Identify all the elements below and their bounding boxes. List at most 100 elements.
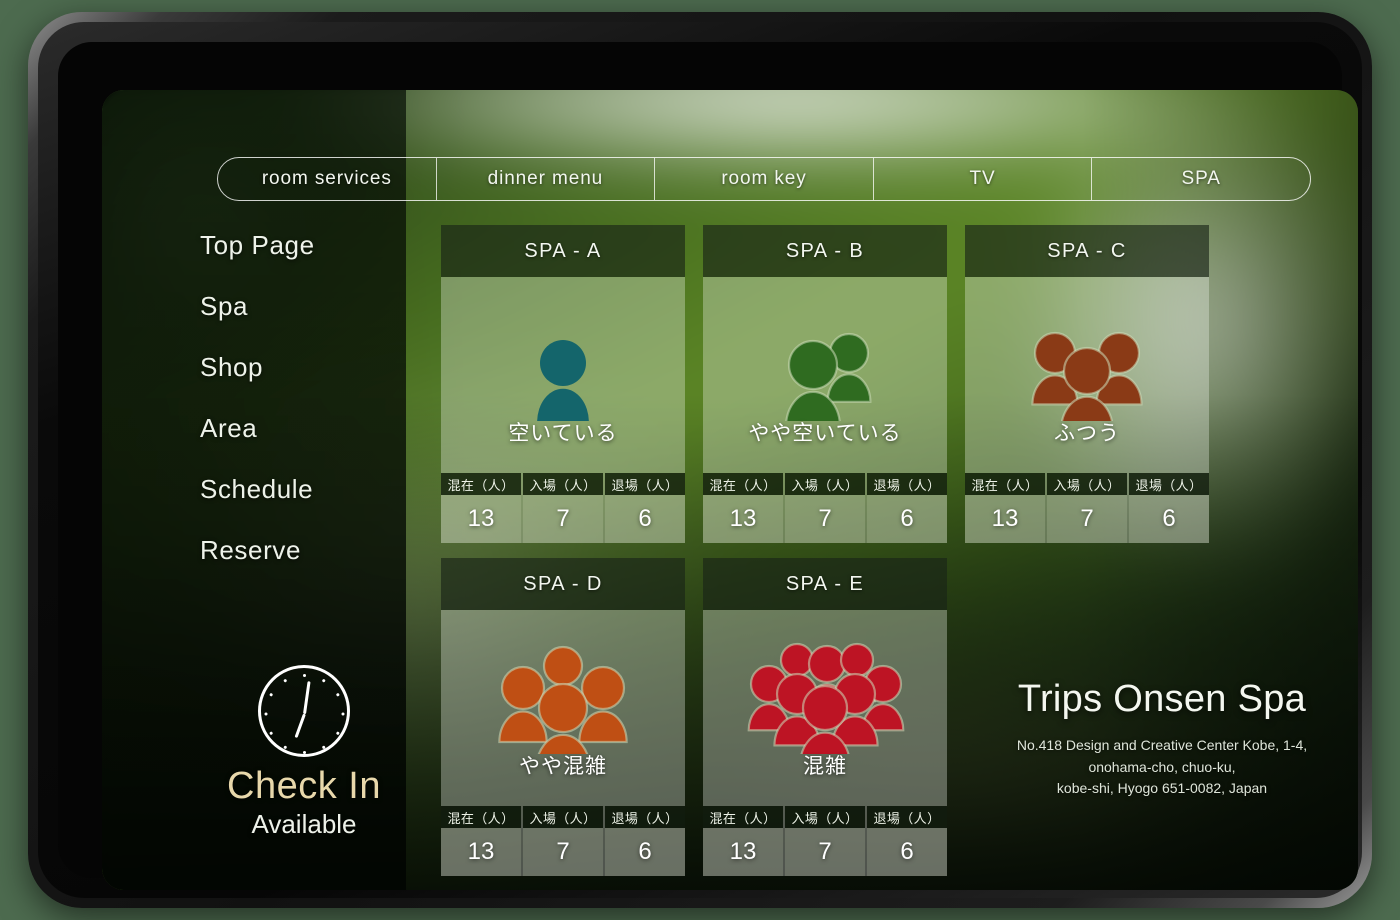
spa-card-title: SPA - E	[703, 558, 947, 610]
crowd-people-icon	[997, 303, 1177, 421]
stat-column: 混在（人） 13	[965, 473, 1047, 543]
clock-tick	[268, 731, 273, 736]
spa-card-spa-a[interactable]: SPA - A 空いている混在（人） 13 入場（人） 7 退場（人） 6	[441, 225, 685, 543]
clock-icon	[258, 665, 350, 757]
brand-address: No.418 Design and Creative Center Kobe, …	[982, 735, 1342, 800]
clock-tick	[282, 745, 287, 750]
sidebar-item-spa[interactable]: Spa	[200, 291, 420, 322]
crowd-people-icon	[473, 303, 653, 421]
spa-card-status-label: 空いている	[508, 422, 618, 445]
stat-column: 混在（人） 13	[703, 806, 785, 876]
spa-card-status-label: やや混雑	[519, 755, 607, 778]
stat-column: 入場（人） 7	[523, 473, 605, 543]
device-bezel: room services dinner menu room key TV SPA To…	[58, 42, 1358, 890]
brand-block: Trips Onsen Spa No.418 Design and Creati…	[982, 678, 1342, 800]
crowd-people-icon	[735, 303, 915, 421]
tab-label: SPA	[1181, 168, 1221, 189]
spa-card-title: SPA - A	[441, 225, 685, 277]
stat-header: 入場（人）	[1047, 473, 1127, 495]
sidebar-item-schedule[interactable]: Schedule	[200, 474, 420, 505]
tab-dinner-menu[interactable]: dinner menu	[437, 158, 656, 200]
sidebar-item-reserve[interactable]: Reserve	[200, 535, 420, 566]
clock-tick	[321, 678, 326, 683]
sidebar-item-top-page[interactable]: Top Page	[200, 230, 420, 261]
tablet-device-frame: room services dinner menu room key TV SPA To…	[28, 12, 1372, 908]
stat-value: 13	[703, 495, 783, 543]
spa-card-spa-c[interactable]: SPA - C ふつう混在（人） 13 入場（人） 7 退場（人） 6	[965, 225, 1209, 543]
spa-card-row: SPA - A 空いている 混在（人） 13 入場（人） 7 退場（人） 6 SPA - B やや…	[441, 225, 1231, 543]
stat-header: 混在（人）	[703, 806, 783, 828]
stat-value: 13	[703, 828, 783, 876]
stat-value: 7	[1047, 495, 1127, 543]
stat-column: 退場（人） 6	[605, 806, 685, 876]
tab-tv[interactable]: TV	[874, 158, 1093, 200]
stat-value: 13	[441, 828, 521, 876]
spa-card-spa-b[interactable]: SPA - B やや空いている混在（人） 13 入場（人） 7 退場（人） 6	[703, 225, 947, 543]
stat-header: 退場（人）	[605, 473, 685, 495]
crowd-people-icon	[735, 636, 915, 754]
spa-card-body: ふつう	[965, 277, 1209, 473]
tab-label: room services	[261, 168, 392, 189]
stat-column: 入場（人） 7	[785, 473, 867, 543]
spa-card-stats-table: 混在（人） 13 入場（人） 7 退場（人） 6	[703, 806, 947, 876]
sidebar-item-label: Top Page	[200, 230, 315, 260]
check-in-title: Check In	[227, 765, 381, 807]
tab-label: dinner menu	[487, 168, 604, 189]
screen-content: room services dinner menu room key TV SPA To…	[102, 90, 1358, 890]
stat-header: 退場（人）	[867, 473, 947, 495]
spa-card-stats-table: 混在（人） 13 入場（人） 7 退場（人） 6	[441, 473, 685, 543]
top-tab-bar: room services dinner menu room key TV SPA	[217, 157, 1311, 201]
stat-value: 6	[867, 495, 947, 543]
sidebar-item-shop[interactable]: Shop	[200, 352, 420, 383]
stat-header: 入場（人）	[785, 806, 865, 828]
stat-value: 13	[441, 495, 521, 543]
spa-card-title: SPA - D	[441, 558, 685, 610]
stat-header: 混在（人）	[441, 806, 521, 828]
stat-header: 入場（人）	[785, 473, 865, 495]
tab-room-services[interactable]: room services	[218, 158, 437, 200]
check-in-status: Available	[251, 808, 357, 839]
spa-card-stats-table: 混在（人） 13 入場（人） 7 退場（人） 6	[441, 806, 685, 876]
spa-card-status-label: やや空いている	[748, 422, 902, 445]
sidebar-item-label: Schedule	[200, 474, 314, 504]
stat-header: 混在（人）	[703, 473, 783, 495]
address-line-2: onohama-cho, chuo-ku,	[1088, 758, 1236, 775]
spa-card-title: SPA - B	[703, 225, 947, 277]
stat-column: 混在（人） 13	[703, 473, 785, 543]
spa-card-spa-d[interactable]: SPA - D やや混雑混在（人） 13 入場（人） 7 退場（人） 6	[441, 558, 685, 876]
stat-column: 退場（人） 6	[867, 473, 947, 543]
stat-header: 退場（人）	[605, 806, 685, 828]
clock-tick	[282, 678, 287, 683]
spa-card-stats-table: 混在（人） 13 入場（人） 7 退場（人） 6	[965, 473, 1209, 543]
stat-column: 入場（人） 7	[523, 806, 605, 876]
stat-header: 入場（人）	[523, 473, 603, 495]
stat-column: 入場（人） 7	[785, 806, 867, 876]
stat-value: 6	[867, 828, 947, 876]
stat-value: 6	[1129, 495, 1209, 543]
spa-card-stats-table: 混在（人） 13 入場（人） 7 退場（人） 6	[703, 473, 947, 543]
stat-column: 混在（人） 13	[441, 473, 523, 543]
sidebar-item-label: Spa	[200, 291, 249, 321]
sidebar-item-area[interactable]: Area	[200, 413, 420, 444]
stat-column: 退場（人） 6	[1129, 473, 1209, 543]
clock-tick	[321, 745, 326, 750]
check-in-block[interactable]: Check In Available	[184, 665, 424, 840]
tablet-screen: room services dinner menu room key TV SPA To…	[102, 90, 1358, 890]
tab-spa[interactable]: SPA	[1092, 158, 1310, 200]
clock-tick	[341, 712, 344, 716]
stat-value: 6	[605, 828, 685, 876]
clock-tick	[268, 692, 273, 697]
stat-value: 7	[785, 495, 865, 543]
stat-value: 7	[523, 495, 603, 543]
spa-card-spa-e[interactable]: SPA - E 混雑 混在（人） 13 入場（人） 7 退場（人） 6	[703, 558, 947, 876]
stat-value: 6	[605, 495, 685, 543]
tab-label: TV	[969, 168, 996, 189]
stat-value: 13	[965, 495, 1045, 543]
stat-header: 退場（人）	[1129, 473, 1209, 495]
brand-title: Trips Onsen Spa	[1017, 678, 1307, 720]
clock-tick	[302, 674, 306, 677]
tab-room-key[interactable]: room key	[655, 158, 874, 200]
spa-card-body: 混雑	[703, 610, 947, 806]
spa-card-title: SPA - C	[965, 225, 1209, 277]
spa-card-status-label: ふつう	[1054, 422, 1120, 445]
